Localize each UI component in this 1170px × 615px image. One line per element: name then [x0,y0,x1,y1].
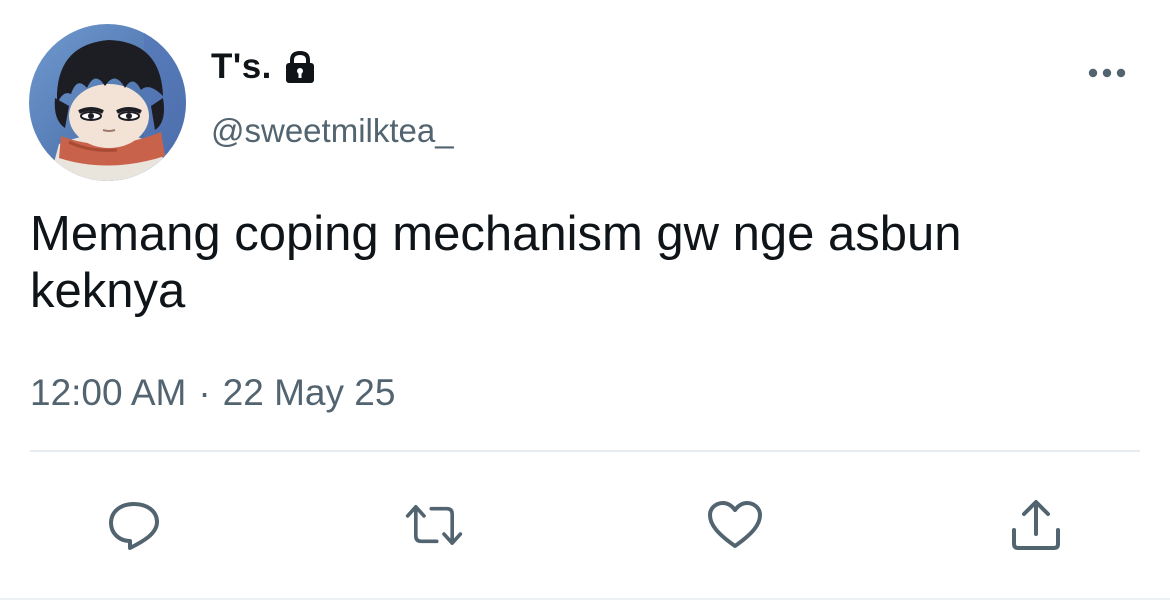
heart-icon [708,501,762,548]
like-button[interactable] [705,495,765,555]
display-name[interactable]: T's. [211,47,272,87]
tweet-time: 12:00 AM [30,372,187,413]
retweet-button[interactable] [404,495,464,555]
tweet-text: Memang coping mechanism gw nge asbun kek… [30,207,962,318]
avatar[interactable] [29,24,186,181]
more-horizontal-icon[interactable] [1084,58,1130,88]
bottom-divider [0,598,1170,600]
tweet-date: 22 May 25 [222,372,396,413]
divider [30,450,1140,452]
share-icon [1012,500,1060,550]
tweet-card: T's. @sweetmilktea_ Memang coping mechan… [0,0,1170,615]
reply-button[interactable] [104,495,164,555]
retweet-icon [405,505,463,546]
timestamp[interactable]: 12:00 AM · 22 May 25 [30,372,395,414]
timestamp-separator: · [198,372,211,413]
user-handle[interactable]: @sweetmilktea_ [211,112,454,150]
display-name-row[interactable]: T's. [211,42,318,92]
reply-icon [109,502,159,550]
avatar-illustration [29,24,186,181]
share-button[interactable] [1006,495,1066,555]
lock-icon [282,50,318,84]
